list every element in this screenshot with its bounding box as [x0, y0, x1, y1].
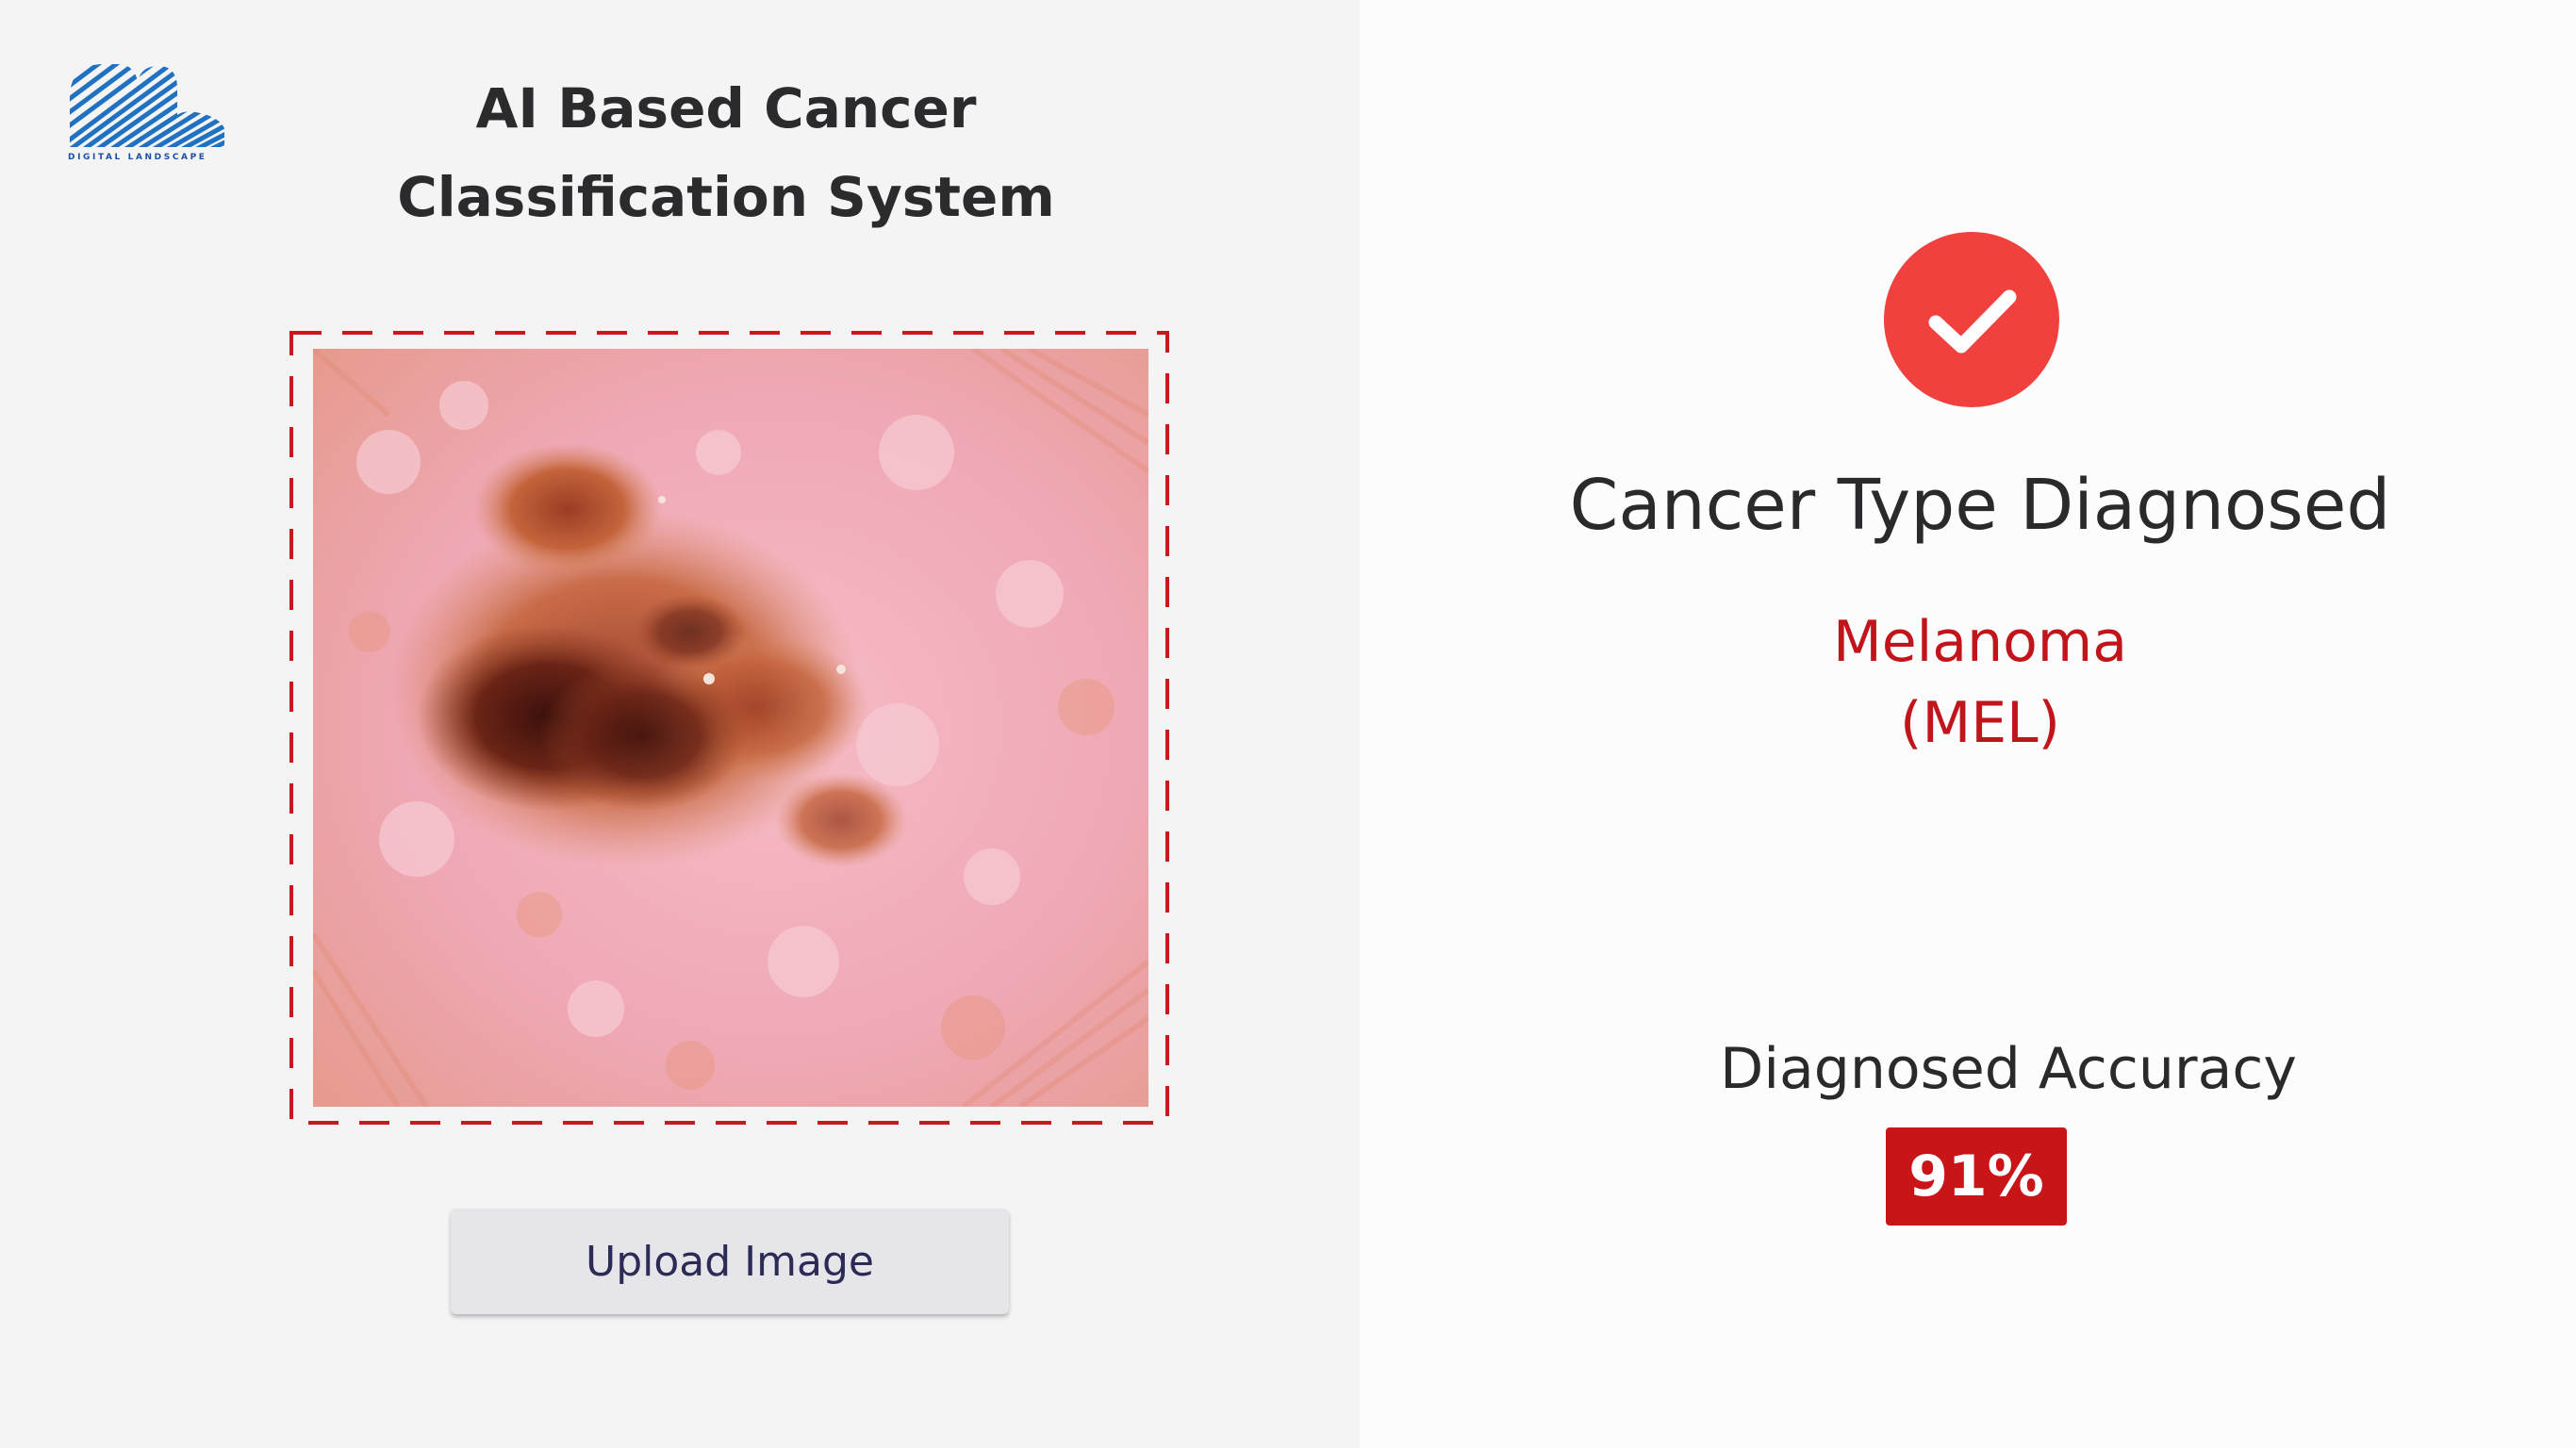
cancer-type-name: Melanoma: [1832, 609, 2128, 675]
uploaded-skin-image: [313, 349, 1148, 1107]
success-badge: [1884, 232, 2059, 407]
result-heading: Cancer Type Diagnosed: [1569, 465, 2391, 546]
cancer-type-code: (MEL): [1900, 690, 2060, 756]
app-window: DIGITAL LANDSCAPE AI Based Cancer Classi…: [0, 0, 2576, 1448]
upload-panel: DIGITAL LANDSCAPE AI Based Cancer Classi…: [0, 0, 1360, 1448]
skin-lesion-image: [313, 349, 1148, 1107]
accuracy-label: Diagnosed Accuracy: [1720, 1036, 2297, 1102]
page-title-line-2: Classification System: [397, 165, 1055, 229]
image-dropzone[interactable]: [289, 330, 1170, 1126]
brand-logo: DIGITAL LANDSCAPE: [68, 60, 228, 169]
upload-image-button[interactable]: Upload Image: [451, 1209, 1009, 1314]
brand-name: DIGITAL LANDSCAPE: [68, 153, 207, 162]
digital-landscape-logo-icon: [70, 64, 224, 147]
check-icon: [1928, 289, 2017, 354]
page-title-line-1: AI Based Cancer: [475, 76, 977, 140]
accuracy-value-badge: 91%: [1886, 1127, 2067, 1226]
page-title: AI Based Cancer Classification System: [377, 64, 1075, 241]
cancer-type-result: Melanoma (MEL): [1603, 601, 2357, 764]
